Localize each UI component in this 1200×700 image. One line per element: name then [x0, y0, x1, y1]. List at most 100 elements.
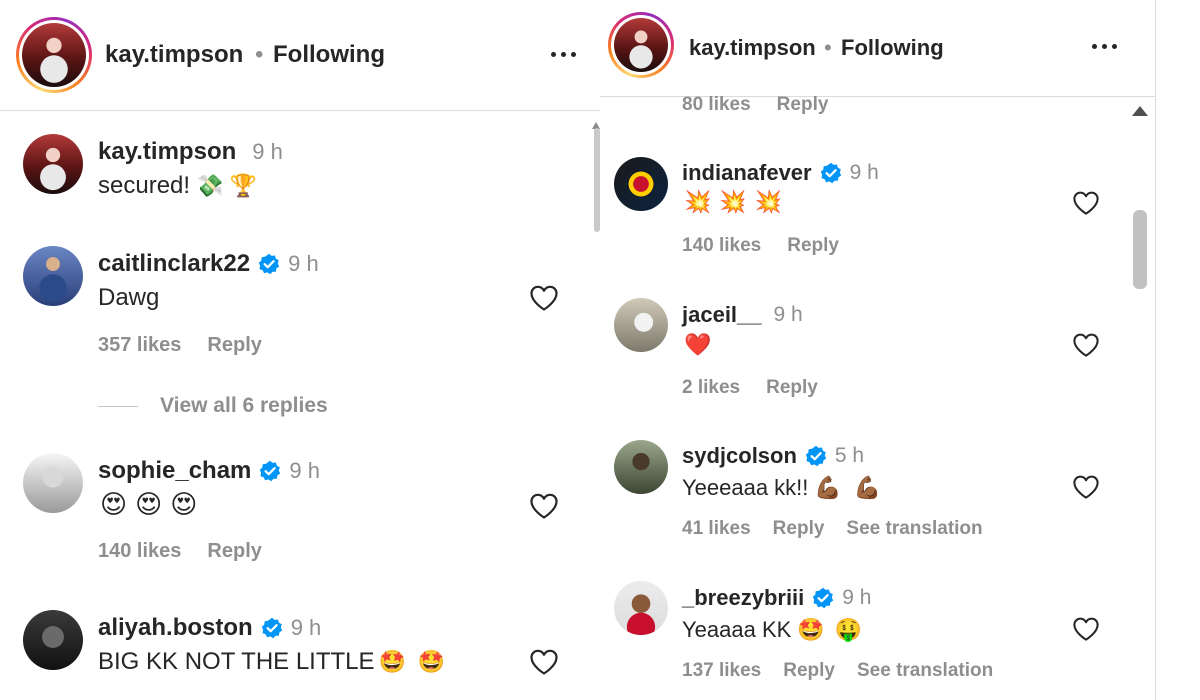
collision-emoji: 💥 [754, 189, 783, 214]
comment-time: 5 h [834, 444, 865, 467]
post-header: kay.timpson • Following [600, 0, 1155, 97]
left-comments-panel: kay.timpson • Following kay.timpson 9 h … [0, 0, 600, 700]
comment-time: 9 h [289, 458, 320, 483]
star-eyes-emoji: 🤩 [378, 649, 406, 674]
avatar[interactable] [23, 134, 83, 194]
comment-time: 9 h [842, 586, 872, 609]
flexed-biceps-emoji: 💪🏾 [814, 475, 842, 500]
star-eyes-emoji: 🤩 [797, 617, 825, 642]
comment-time: 9 h [849, 161, 879, 184]
heart-icon[interactable] [529, 492, 559, 520]
header-username[interactable]: kay.timpson [689, 35, 816, 61]
reply-button[interactable]: Reply [787, 235, 839, 257]
comment-time: 9 h [288, 251, 319, 276]
comment-body: Yeeeaaa kk!! [682, 475, 809, 500]
likes-count[interactable]: 80 likes [682, 94, 751, 116]
comment-username[interactable]: aliyah.boston [98, 614, 253, 642]
verified-badge-icon [258, 253, 281, 275]
story-ring[interactable] [608, 12, 674, 78]
likes-count[interactable]: 2 likes [682, 377, 740, 399]
avatar[interactable] [614, 157, 668, 211]
comment-text: 😍 😍 😍 [100, 491, 197, 517]
comment-text: Yeaaaa KK 🤩 🤑 [682, 617, 862, 643]
comment-time: 9 h [773, 303, 803, 326]
partial-comment-meta: 80 likes Reply [682, 94, 828, 116]
avatar[interactable] [23, 453, 83, 513]
heart-icon[interactable] [529, 284, 559, 312]
avatar [22, 23, 86, 87]
avatar [614, 18, 668, 72]
right-comments-panel: kay.timpson • Following 80 likes Reply i… [600, 0, 1156, 700]
comment-time: 9 h [252, 139, 283, 164]
comment-text: ❤️ [684, 334, 711, 356]
comment-body: Dawg [98, 284, 160, 311]
comment-text: secured! 💸 🏆 [98, 172, 257, 200]
verified-badge-icon [804, 445, 827, 467]
story-ring[interactable] [16, 17, 92, 93]
comment-username[interactable]: caitlinclark22 [98, 250, 250, 278]
comment-body: Yeaaaa KK [682, 617, 792, 642]
comment-body: BIG KK NOT THE LITTLE [98, 648, 375, 675]
likes-count[interactable]: 137 likes [682, 660, 761, 682]
view-replies-button[interactable]: View all 6 replies [98, 394, 328, 418]
following-status[interactable]: Following [841, 35, 944, 61]
comment-time: 9 h [290, 615, 322, 640]
comment-text: BIG KK NOT THE LITTLE 🤩 🤩 [98, 648, 445, 676]
view-replies-label: View all 6 replies [160, 394, 328, 417]
reply-button[interactable]: Reply [773, 518, 825, 540]
reply-button[interactable]: Reply [777, 94, 829, 116]
heart-icon[interactable] [1072, 332, 1100, 358]
scrollbar-thumb[interactable] [1133, 210, 1147, 289]
see-translation-button[interactable]: See translation [846, 518, 982, 540]
reply-button[interactable]: Reply [207, 334, 261, 357]
likes-count[interactable]: 140 likes [98, 540, 181, 563]
heart-icon[interactable] [1072, 190, 1100, 216]
scroll-up-arrow-icon[interactable] [1132, 106, 1148, 116]
avatar[interactable] [614, 440, 668, 494]
see-translation-button[interactable]: See translation [857, 660, 993, 682]
money-emoji: 💸 [196, 173, 224, 198]
heart-icon[interactable] [529, 648, 559, 676]
star-eyes-emoji: 🤩 [417, 649, 446, 674]
money-mouth-emoji: 🤑 [834, 617, 863, 642]
likes-count[interactable]: 357 likes [98, 334, 181, 357]
post-header: kay.timpson • Following [0, 0, 600, 111]
avatar[interactable] [614, 581, 668, 635]
comment-username[interactable]: kay.timpson [98, 138, 236, 166]
avatar[interactable] [614, 298, 668, 352]
verified-badge-icon [819, 162, 842, 184]
avatar[interactable] [23, 610, 83, 670]
comment-text: Yeeeaaa kk!! 💪🏾 💪🏾 [682, 475, 881, 501]
heart-icon[interactable] [1072, 616, 1100, 642]
likes-count[interactable]: 41 likes [682, 518, 751, 540]
reply-button[interactable]: Reply [207, 540, 261, 563]
following-status[interactable]: Following [273, 41, 385, 69]
heart-eyes-emoji: 😍 [170, 489, 198, 519]
verified-badge-icon [260, 617, 283, 639]
more-options-icon[interactable] [551, 52, 576, 57]
comment-text: 💥 💥 💥 [684, 191, 782, 213]
avatar[interactable] [23, 246, 83, 306]
verified-badge-icon [812, 587, 835, 609]
likes-count[interactable]: 140 likes [682, 235, 761, 257]
heart-eyes-emoji: 😍 [135, 489, 163, 519]
more-options-icon[interactable] [1092, 44, 1117, 49]
comment-username[interactable]: indianafever [682, 160, 812, 186]
replies-divider [98, 405, 138, 407]
comment-username[interactable]: sophie_cham [98, 457, 251, 485]
verified-badge-icon [259, 460, 282, 482]
flexed-biceps-emoji: 💪🏾 [853, 475, 882, 500]
comment-body: secured! [98, 172, 191, 199]
header-separator: • [824, 35, 832, 60]
comment-username[interactable]: _breezybriii [682, 585, 804, 611]
heart-eyes-emoji: 😍 [100, 489, 128, 519]
header-username[interactable]: kay.timpson [105, 41, 243, 69]
collision-emoji: 💥 [684, 189, 712, 214]
heart-icon[interactable] [1072, 474, 1100, 500]
red-heart-emoji: ❤️ [684, 332, 712, 357]
comment-username[interactable]: jaceil__ [682, 302, 762, 328]
reply-button[interactable]: Reply [783, 660, 835, 682]
comment-username[interactable]: sydjcolson [682, 443, 797, 469]
collision-emoji: 💥 [719, 189, 747, 214]
reply-button[interactable]: Reply [766, 377, 818, 399]
